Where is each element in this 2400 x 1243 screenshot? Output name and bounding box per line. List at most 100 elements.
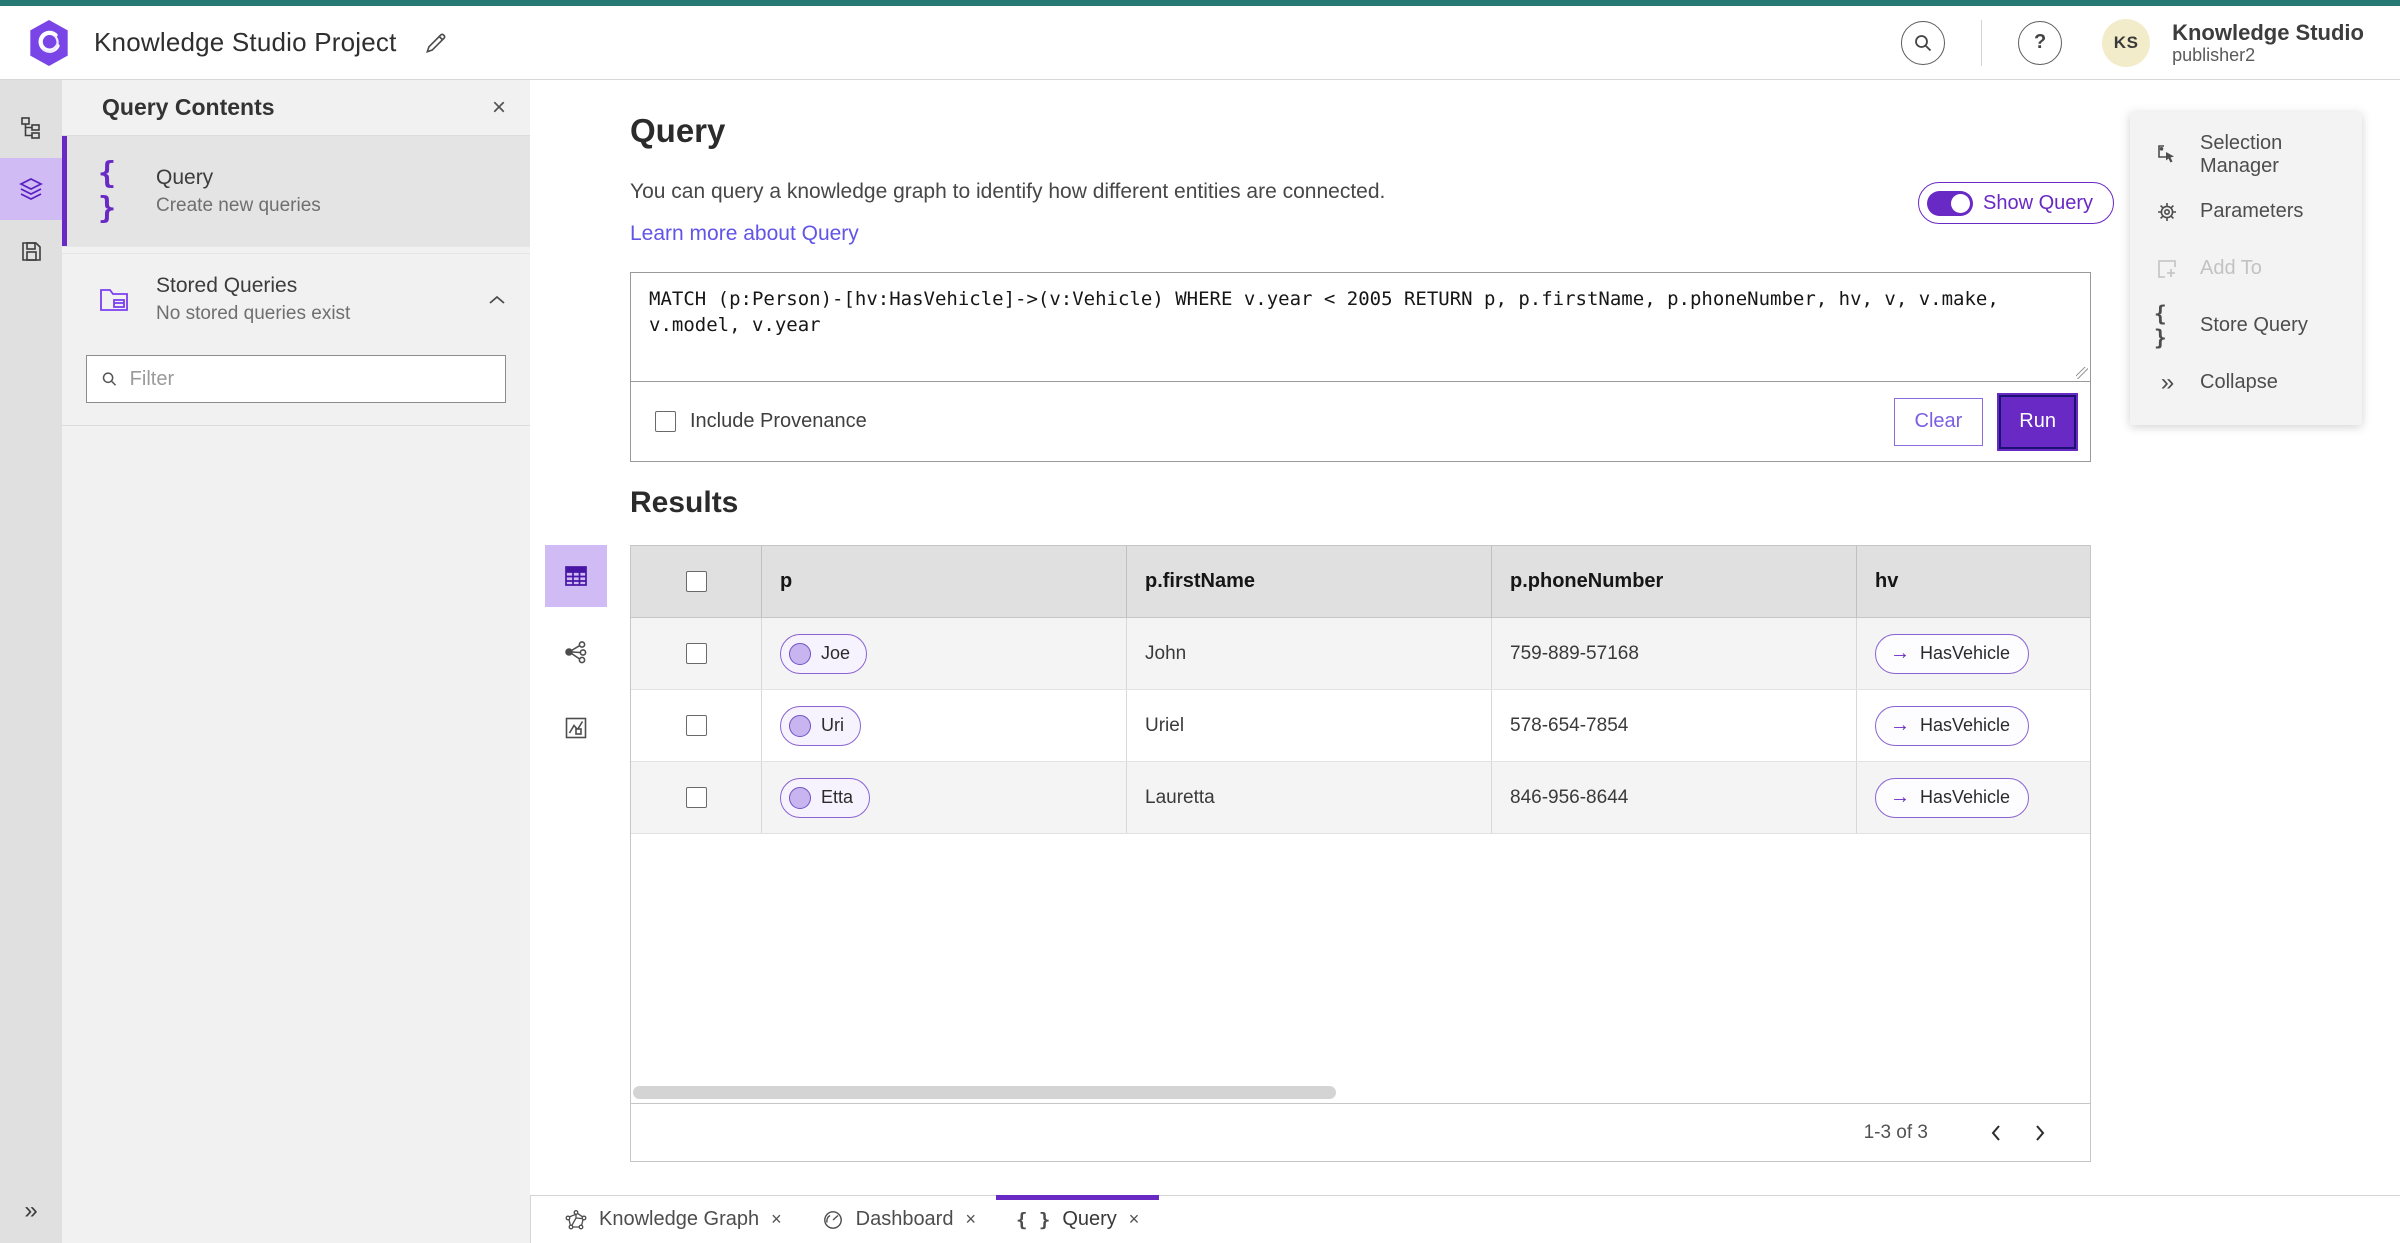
hierarchy-icon [21,117,40,139]
phone-number-value: 759-889-57168 [1510,642,1639,664]
double-chevron-right-icon: » [24,1197,38,1224]
query-actions-panel: Selection Manager Parameters Add To {} … [2130,112,2362,425]
parameters-button[interactable]: Parameters [2130,183,2362,240]
tab-query[interactable]: { } Query × [995,1195,1160,1243]
horizontal-scrollbar[interactable] [633,1086,1336,1099]
close-tab-icon[interactable]: × [771,1209,782,1230]
clear-button[interactable]: Clear [1893,397,1984,446]
page-title: Query [630,112,726,149]
panel-title: Query Contents [102,94,275,120]
row-checkbox[interactable] [685,715,707,736]
node-chip-label: Joe [821,643,851,663]
query-editor-box: MATCH (p:Person)-[hv:HasVehicle]->(v:Veh… [630,272,2091,462]
left-icon-rail: » [0,80,62,1243]
help-button[interactable]: ? [2018,20,2063,65]
resize-grip[interactable] [2076,367,2088,379]
row-checkbox[interactable] [685,643,707,664]
column-header-p[interactable]: p [761,546,1126,617]
table-view-button[interactable] [545,545,607,607]
table-icon [565,566,587,586]
expand-rail-button[interactable]: » [0,1189,62,1233]
first-name-value: Uriel [1145,714,1185,736]
action-label: Parameters [2200,200,2304,222]
header-divider [1981,19,1983,66]
top-header: Knowledge Studio Project ? KS Knowledge … [0,6,2400,80]
search-icon [102,372,117,386]
braces-icon: { } [98,156,119,226]
node-chip[interactable]: Etta [780,777,871,818]
node-chip[interactable]: Joe [780,633,868,674]
pagination-range: 1-3 of 3 [1863,1121,1928,1143]
results-table: p p.firstName p.phoneNumber hv Joe John … [630,545,2091,1162]
gear-icon [2154,200,2180,224]
pagination-prev-button[interactable] [1974,1111,2018,1155]
toggle-on-icon [1927,190,1973,216]
column-header-phonenumber[interactable]: p.phoneNumber [1491,546,1856,617]
add-to-icon [2154,257,2180,281]
tab-label: Query [1062,1208,1117,1230]
braces-icon: { } [1015,1208,1051,1231]
node-chip[interactable]: Uri [780,705,861,746]
chevron-left-icon [1991,1124,2000,1141]
chevron-right-icon [2036,1124,2045,1141]
filter-box [86,355,506,403]
show-query-toggle[interactable]: Show Query [1918,182,2115,224]
rail-item-layers[interactable] [0,158,62,220]
close-panel-icon[interactable]: × [492,95,506,120]
close-tab-icon[interactable]: × [1129,1209,1140,1230]
tab-dashboard[interactable]: Dashboard × [802,1196,996,1243]
edge-chip-label: HasVehicle [1920,787,2011,807]
chart-icon [565,717,587,739]
row-checkbox[interactable] [685,787,707,808]
edge-chip[interactable]: → HasVehicle [1875,705,2030,746]
phone-number-value: 846-956-8644 [1510,786,1629,808]
arrow-right-icon: → [1890,714,1910,736]
panel-item-label: Query [156,165,214,189]
edit-title-icon[interactable] [423,30,449,56]
search-button[interactable] [1901,20,1946,65]
panel-item-query[interactable]: { } Query Create new queries [62,136,530,246]
table-row: Joe John 759-889-57168 → HasVehicle [631,618,2090,690]
tab-label: Dashboard [855,1208,954,1230]
column-header-hv[interactable]: hv [1856,546,2090,617]
collapse-button[interactable]: » Collapse [2130,354,2362,411]
action-label: Store Query [2200,314,2308,336]
query-editor[interactable]: MATCH (p:Person)-[hv:HasVehicle]->(v:Veh… [631,273,2090,382]
pagination-next-button[interactable] [2018,1111,2062,1155]
edge-chip[interactable]: → HasVehicle [1875,633,2030,674]
project-title: Knowledge Studio Project [94,27,397,57]
include-provenance-label: Include Provenance [690,410,867,432]
app-logo-icon[interactable] [26,18,72,68]
run-button[interactable]: Run [1997,392,2078,451]
include-provenance-checkbox[interactable] [655,411,676,432]
learn-more-link[interactable]: Learn more about Query [630,222,859,246]
rail-item-hierarchy[interactable] [0,96,62,158]
tab-label: Knowledge Graph [599,1208,760,1230]
table-header-row: p p.firstName p.phoneNumber hv [631,546,2090,618]
graph-view-button[interactable] [545,621,607,683]
action-label: Collapse [2200,371,2278,393]
filter-wrap [86,355,506,403]
edge-chip[interactable]: → HasVehicle [1875,777,2030,818]
node-chip-label: Etta [821,787,854,807]
column-header-firstname[interactable]: p.firstName [1126,546,1491,617]
table-row: Uri Uriel 578-654-7854 → HasVehicle [631,690,2090,762]
select-all-checkbox[interactable] [685,571,707,592]
chevron-up-icon[interactable] [488,294,506,306]
table-body: Joe John 759-889-57168 → HasVehicle Uri … [631,618,2090,834]
search-icon [1915,34,1932,51]
chart-view-button[interactable] [545,697,607,759]
filter-input[interactable] [129,367,491,391]
layers-icon [19,178,43,200]
selection-manager-button[interactable]: Selection Manager [2130,126,2362,183]
tab-knowledge-graph[interactable]: Knowledge Graph × [545,1196,802,1243]
double-chevron-right-icon: » [2160,368,2174,396]
close-tab-icon[interactable]: × [965,1209,976,1230]
avatar[interactable]: KS [2102,18,2151,67]
user-block: Knowledge Studio publisher2 [2172,20,2364,66]
store-query-button[interactable]: { } Store Query [2130,297,2362,354]
rail-item-save[interactable] [0,220,62,282]
panel-header: Query Contents × [62,80,530,136]
panel-item-stored-queries[interactable]: Stored Queries No stored queries exist [62,254,530,345]
selection-manager-icon [2154,143,2180,167]
